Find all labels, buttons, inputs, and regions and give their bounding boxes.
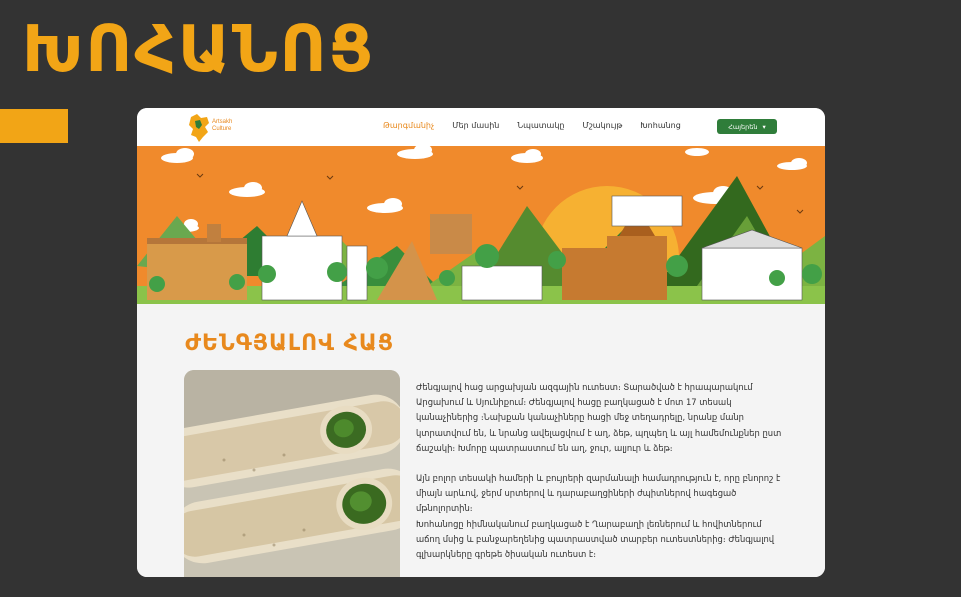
nav-translator[interactable]: Թարգմանիչ <box>383 121 434 130</box>
article-body: Ժենգյալով հաց արցախյան ազգային ուտեստ։ Տ… <box>416 380 786 562</box>
logo-line2: Culture <box>212 126 232 132</box>
nav-culture[interactable]: Մշակույթ <box>582 121 622 130</box>
website-screenshot: Artsakh Culture Թարգմանիչ Մեր մասին Նպատ… <box>137 108 825 577</box>
site-logo[interactable]: Artsakh Culture <box>187 113 247 143</box>
language-select-button[interactable]: Հայերեն ▾ <box>717 119 777 134</box>
nav-about[interactable]: Մեր մասին <box>452 121 499 130</box>
site-navbar: Artsakh Culture Թարգմանիչ Մեր մասին Նպատ… <box>137 108 825 146</box>
article-paragraph-3: Խոհանոցը հիմնականում բաղկացած է Ղարաբաղի… <box>416 518 775 560</box>
article-paragraph-2: Այն բոլոր տեսակի համերի և բույրերի զարմա… <box>416 473 781 514</box>
page-heading: ԽՈՀԱՆՈՑ <box>22 13 376 87</box>
logo-text: Artsakh Culture <box>212 119 232 133</box>
article-paragraph-1: Ժենգյալով հաց արցախյան ազգային ուտեստ։ Տ… <box>416 382 782 453</box>
nav-links: Թարգմանիչ Մեր մասին Նպատակը Մշակույթ Խոհ… <box>383 121 699 130</box>
artsakh-map-icon <box>189 114 209 142</box>
article-title: ԺԵՆԳՅԱԼՈՎ ՀԱՑ <box>185 331 395 356</box>
caret-down-icon: ▾ <box>762 122 766 131</box>
nav-cuisine[interactable]: Խոհանոց <box>640 121 681 130</box>
article-section: ԺԵՆԳՅԱԼՈՎ ՀԱՑ Ժենգյալով հաց արցախյան ազգ… <box>137 304 825 577</box>
nav-goal[interactable]: Նպատակը <box>517 121 564 130</box>
logo-line1: Artsakh <box>212 119 233 125</box>
accent-bar <box>0 109 68 143</box>
hero-banner-illustration <box>137 146 825 304</box>
language-label: Հայերեն <box>728 122 758 131</box>
zhengyalov-hats-photo <box>184 370 400 577</box>
